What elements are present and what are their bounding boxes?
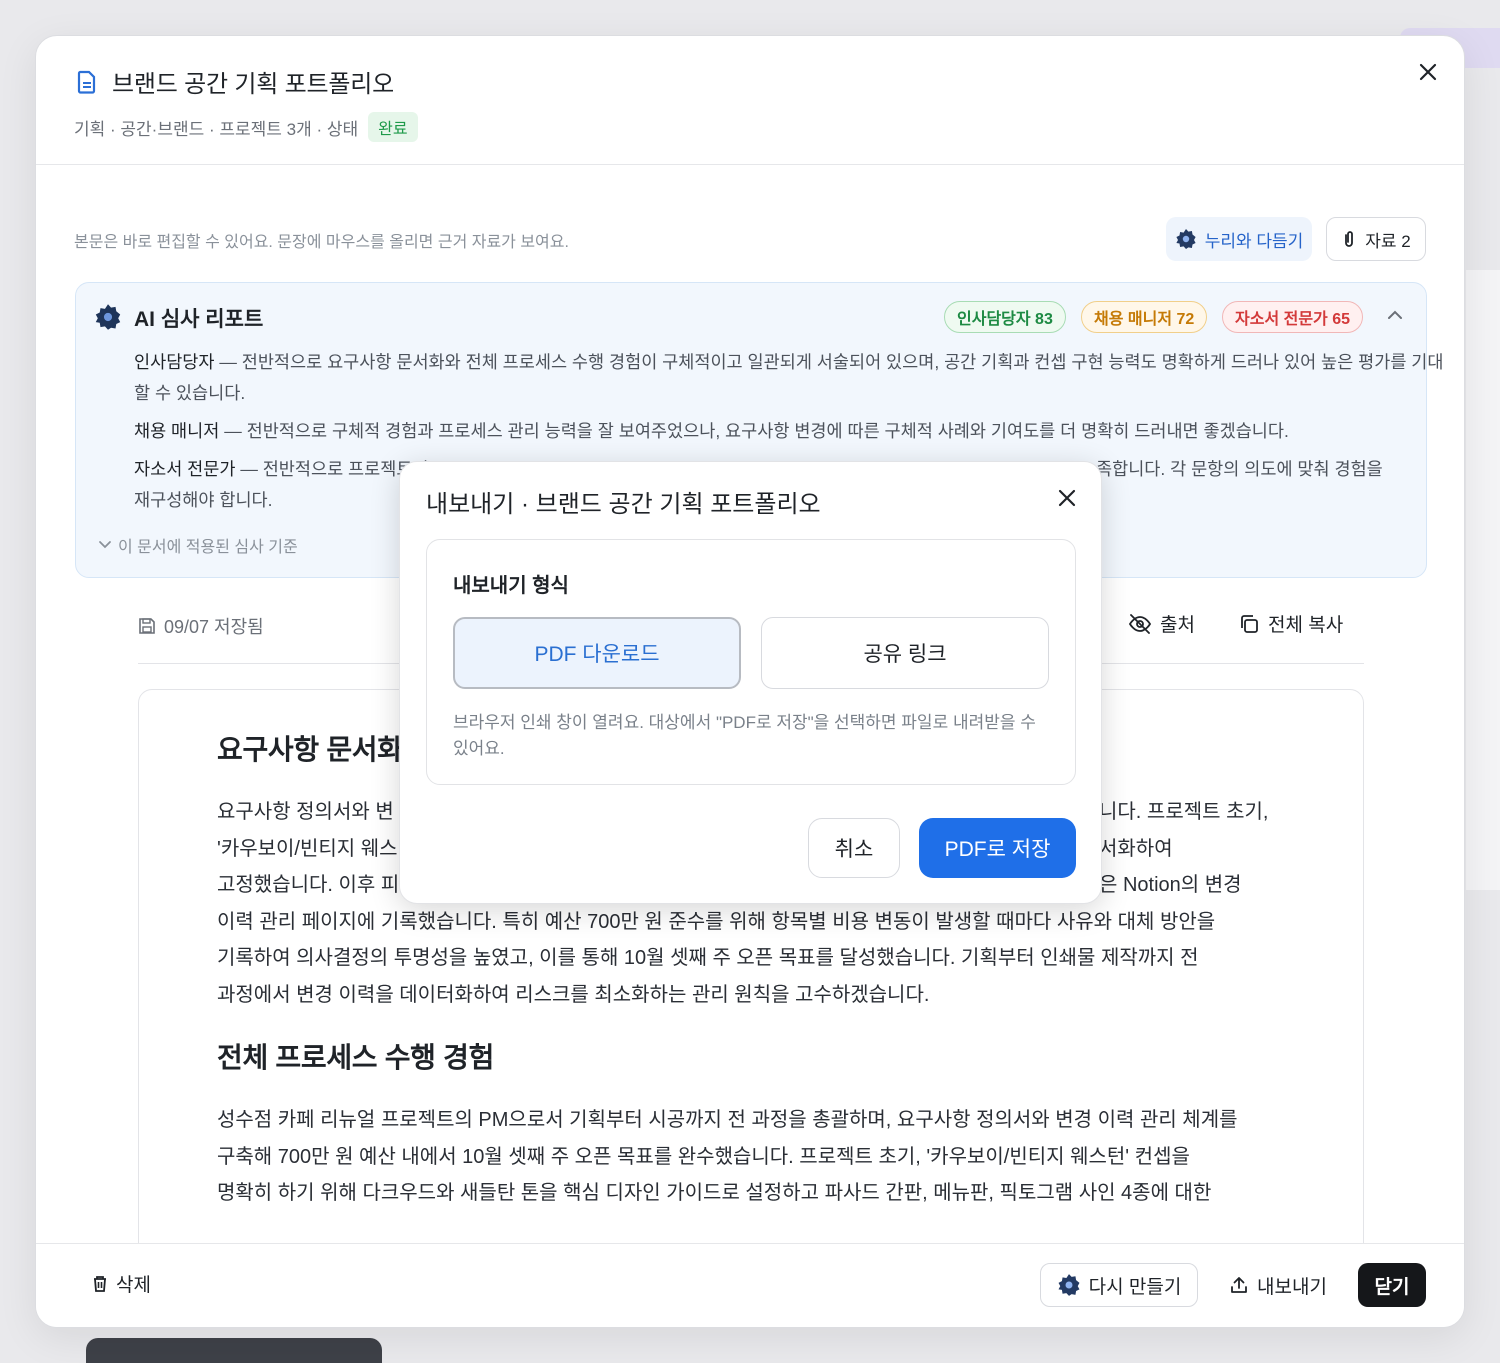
review-role: 채용 매니저 — [134, 421, 220, 441]
review-role: 인사담당자 — [134, 352, 215, 372]
review-role: 자소서 전문가 — [134, 459, 236, 479]
score-badge-expert: 자소서 전문가 65 — [1222, 301, 1364, 333]
section-heading[interactable]: 전체 프로세스 수행 경험 — [217, 1036, 494, 1076]
background-app-hint — [86, 1338, 382, 1363]
regenerate-label: 다시 만들기 — [1088, 1276, 1182, 1298]
review-expert-tail: 족합니다. 각 문항의 의도에 맞춰 경험을 — [1096, 459, 1383, 479]
page-title: 브랜드 공간 기획 포트폴리오 — [112, 71, 394, 98]
source-toggle-button[interactable]: 출처 — [1128, 610, 1195, 637]
export-button[interactable]: 내보내기 — [1226, 1263, 1330, 1307]
copy-icon — [1241, 614, 1258, 633]
meta-text: 기획 · 공간·브랜드 · 프로젝트 3개 · 상태 — [74, 119, 359, 139]
close-icon[interactable] — [1055, 486, 1079, 510]
score-badge-manager: 채용 매니저 72 — [1081, 301, 1208, 333]
section-heading[interactable]: 요구사항 문서화 — [217, 728, 403, 768]
document-icon — [77, 70, 96, 94]
document-meta: 기획 · 공간·브랜드 · 프로젝트 3개 · 상태 완료 — [74, 112, 418, 142]
review-text: — 전반적으로 요구사항 문서화와 전체 프로세스 수행 경험이 구체적이고 일… — [134, 352, 1444, 403]
status-badge: 완료 — [368, 112, 418, 142]
dialog-title: 내보내기 · 브랜드 공간 기획 포트폴리오 — [426, 491, 821, 518]
copy-all-label: 전체 복사 — [1268, 615, 1344, 636]
section-paragraph-right: 니다. 프로젝트 초기, 서화하여 은 Notion의 변경 — [1099, 794, 1339, 904]
ai-badge-icon — [95, 304, 121, 330]
text-line: 니다. 프로젝트 초기, — [1099, 801, 1269, 823]
text-line: 명확히 하기 위해 다크우드와 새들탄 톤을 핵심 디자인 가이드로 설정하고 … — [217, 1182, 1212, 1204]
sparkle-badge-icon — [1176, 229, 1196, 249]
text-line: 은 Notion의 변경 — [1099, 874, 1242, 896]
delete-label: 삭제 — [116, 1275, 151, 1296]
delete-button[interactable]: 삭제 — [92, 1270, 151, 1297]
edit-hint: 본문은 바로 편집할 수 있어요. 문장에 마우스를 올리면 근거 자료가 보여… — [74, 234, 569, 251]
ai-review-title: AI 심사 리포트 — [95, 303, 264, 333]
nuri-polish-button[interactable]: 누리와 다듬기 — [1166, 217, 1312, 261]
criteria-label: 이 문서에 적용된 심사 기준 — [118, 539, 298, 556]
export-format-panel: 내보내기 형식 PDF 다운로드 공유 링크 브라우저 인쇄 창이 열려요. 대… — [426, 539, 1076, 785]
source-label: 출처 — [1160, 615, 1195, 636]
review-text: — 전반적으로 구체적 경험과 프로세스 관리 능력을 잘 보여주었으나, 요구… — [219, 421, 1289, 441]
attachments-label: 자료 2 — [1365, 231, 1411, 251]
saved-text: 09/07 저장됨 — [164, 617, 264, 637]
review-manager: 채용 매니저 — 전반적으로 구체적 경험과 프로세스 관리 능력을 잘 보여주… — [134, 416, 1444, 447]
eye-off-icon — [1128, 613, 1152, 634]
ai-review-title-text: AI 심사 리포트 — [134, 308, 264, 331]
format-label: 내보내기 형식 — [453, 575, 569, 597]
format-description: 브라우저 인쇄 창이 열려요. 대상에서 "PDF로 저장"을 선택하면 파일로… — [453, 713, 1036, 758]
saved-indicator: 09/07 저장됨 — [138, 613, 264, 639]
review-hr: 인사담당자 — 전반적으로 요구사항 문서화와 전체 프로세스 수행 경험이 구… — [134, 347, 1444, 409]
text-line: 이력 관리 페이지에 기록했습니다. 특히 예산 700만 원 준수를 위해 항… — [217, 910, 1216, 933]
text-line: 구축해 700만 원 예산 내에서 10월 셋째 주 오픈 목표를 완수했습니다… — [217, 1145, 1190, 1168]
chevron-up-icon[interactable] — [1386, 309, 1404, 321]
text-line: 서화하여 — [1099, 837, 1173, 860]
regenerate-button[interactable]: 다시 만들기 — [1040, 1263, 1198, 1307]
background-app-hint — [1466, 270, 1500, 890]
option-pdf-download[interactable]: PDF 다운로드 — [453, 617, 741, 689]
section-paragraph[interactable]: 성수점 카페 리뉴얼 프로젝트의 PM으로서 기획부터 시공까지 전 과정을 총… — [217, 1102, 1297, 1212]
copy-all-button[interactable]: 전체 복사 — [1238, 610, 1343, 637]
upload-icon — [1231, 1277, 1247, 1293]
option-share-link[interactable]: 공유 링크 — [761, 617, 1049, 689]
nuri-label: 누리와 다듬기 — [1204, 231, 1304, 251]
trash-icon — [94, 1275, 106, 1292]
save-pdf-button[interactable]: PDF로 저장 — [919, 818, 1076, 878]
modal-footer: 삭제 다시 만들기 내보내기 닫기 — [36, 1243, 1464, 1327]
ai-badge-icon — [1058, 1274, 1080, 1296]
text-line: 과정에서 변경 이력을 데이터화하여 리스크를 최소화하는 관리 원칙을 고수하… — [217, 983, 930, 1006]
score-badge-hr: 인사담당자 83 — [944, 301, 1066, 333]
modal-header: 브랜드 공간 기획 포트폴리오 기획 · 공간·브랜드 · 프로젝트 3개 · … — [36, 36, 1464, 165]
chevron-down-icon — [99, 541, 111, 549]
criteria-toggle[interactable]: 이 문서에 적용된 심사 기준 — [98, 533, 298, 557]
text-line: 성수점 카페 리뉴얼 프로젝트의 PM으로서 기획부터 시공까지 전 과정을 총… — [217, 1109, 1238, 1131]
attachments-button[interactable]: 자료 2 — [1326, 217, 1426, 261]
export-label: 내보내기 — [1257, 1276, 1327, 1298]
text-line: 기록하여 의사결정의 투명성을 높였고, 이를 통해 10월 셋째 주 오픈 목… — [217, 947, 1199, 969]
cancel-button[interactable]: 취소 — [808, 818, 900, 878]
save-icon — [139, 618, 155, 634]
paperclip-icon — [1345, 231, 1354, 247]
close-icon[interactable] — [1414, 58, 1442, 86]
export-dialog: 내보내기 · 브랜드 공간 기획 포트폴리오 내보내기 형식 PDF 다운로드 … — [399, 461, 1102, 904]
close-button[interactable]: 닫기 — [1358, 1263, 1426, 1307]
